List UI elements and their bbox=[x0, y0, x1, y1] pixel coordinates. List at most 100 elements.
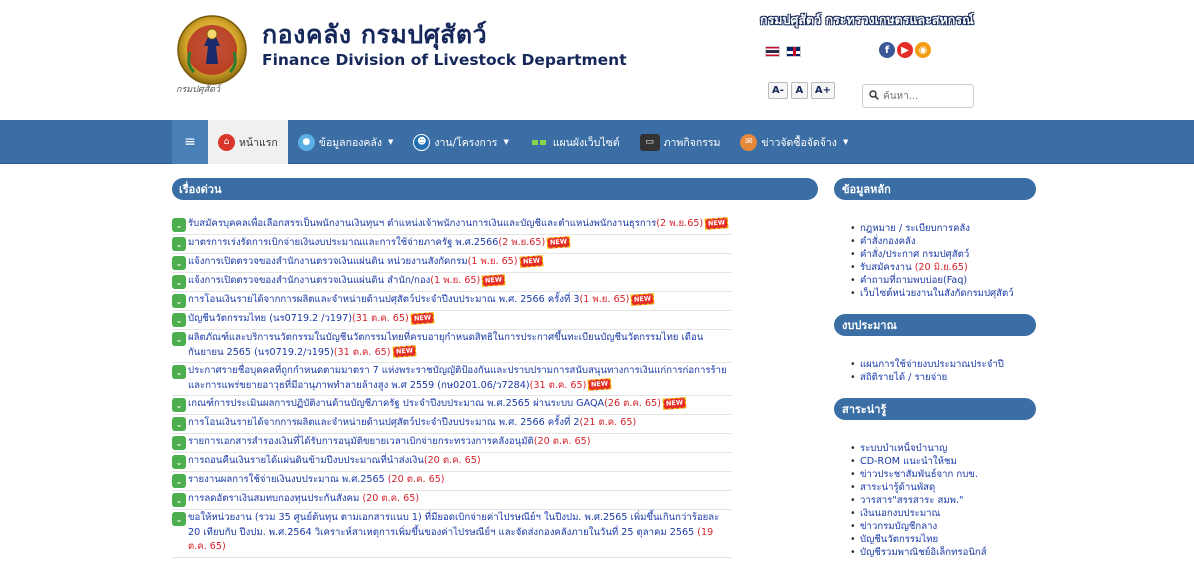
thai-flag-icon[interactable] bbox=[765, 46, 780, 57]
sidebar-link[interactable]: วารสาร"สรรสาระ สมพ." bbox=[850, 494, 1036, 507]
main-content: เรื่องด่วน ⌄ รับสมัครบุคคลเพื่อเลือกสรรเป… bbox=[172, 178, 818, 558]
news-item[interactable]: ⌄ การถอนคืนเงินรายได้แผ่นดินข้ามปีงบประมา… bbox=[172, 453, 732, 472]
sidebar-link[interactable]: ข่าวประชาสัมพันธ์จาก กบข. bbox=[850, 468, 1036, 481]
sidebar-link[interactable]: บัญชีรวมพาณิชย์อิเล็กทรอนิกส์ bbox=[850, 546, 1036, 559]
nav-item-home[interactable]: ⌂ หน้าแรก bbox=[208, 120, 288, 164]
news-item[interactable]: ⌄ การลดอัตราเงินสมทบกองทุนประกันสังคม (20… bbox=[172, 491, 732, 510]
news-link[interactable]: รับสมัครบุคคลเพื่อเลือกสรรเป็นพนักงานเงิ… bbox=[188, 216, 729, 232]
sidebar-link[interactable]: CD-ROM แนะนำให้ชม bbox=[850, 455, 1036, 468]
news-item[interactable]: ⌄ ประกาศรายชื่อบุคคลที่ถูกกำหนดตามมาตรา 7… bbox=[172, 363, 732, 396]
sidebar-link[interactable]: แผนการใช้จ่ายงบประมาณประจำปี bbox=[850, 358, 1036, 371]
news-item[interactable]: ⌄ รายการเอกสารสำรองเงินที่ได้รับการอนุมัต… bbox=[172, 434, 732, 453]
youtube-icon[interactable]: ▶ bbox=[897, 42, 913, 58]
news-link[interactable]: การโอนเงินรายได้จากการผลิตและจำหน่ายด้าน… bbox=[188, 416, 636, 431]
news-item[interactable]: ⌄ เกณฑ์การประเมินผลการปฏิบัติงานด้านบัญชี… bbox=[172, 396, 732, 415]
chevron-down-icon: ⌄ bbox=[172, 493, 186, 507]
news-date: (20 ต.ค. 65) bbox=[362, 493, 420, 504]
news-link[interactable]: มาตรการเร่งรัดการเบิกจ่ายเงินงบประมาณและ… bbox=[188, 235, 571, 251]
news-item[interactable]: ⌄ แจ้งการเปิดตรวจของสำนักงานตรวจเงินแผ่นด… bbox=[172, 254, 732, 273]
sidebar-block: สาระน่ารู้ระบบบำเหน็จบำนาญ CD-ROM แนะนำให… bbox=[834, 398, 1036, 559]
rss-icon[interactable]: ◉ bbox=[915, 42, 931, 58]
new-badge-icon: NEW bbox=[392, 345, 416, 358]
sidebar-link-label: สาระน่ารู้ด้านพัสดุ bbox=[860, 482, 936, 493]
uk-flag-icon[interactable] bbox=[786, 46, 801, 57]
news-link[interactable]: ผลิตภัณฑ์และบริการนวัตกรรมในบัญชีนวัตกรร… bbox=[188, 331, 732, 360]
news-link[interactable]: บัญชีนวัตกรรมไทย (นร0719.2 /ว197)(31 ต.ค… bbox=[188, 311, 435, 327]
sidebar-link[interactable]: ข่าวกรมบัญชีกลาง bbox=[850, 520, 1036, 533]
news-item[interactable]: ⌄ รับสมัครบุคคลเพื่อเลือกสรรเป็นพนักงานเง… bbox=[172, 216, 732, 235]
urgent-news-list: ⌄ รับสมัครบุคคลเพื่อเลือกสรรเป็นพนักงานเง… bbox=[172, 216, 732, 558]
sidebar-link-list: กฎหมาย / ระเบียบการคลังคำสั่งกองคลังคำสั… bbox=[850, 222, 1036, 300]
news-link[interactable]: แจ้งการเปิดตรวจของสำนักงานตรวจเงินแผ่นดิ… bbox=[188, 254, 543, 270]
department-logo[interactable]: กรมปศุสัตว์ bbox=[172, 12, 262, 98]
news-date: (20 ต.ค. 65) bbox=[533, 436, 591, 447]
news-link[interactable]: เกณฑ์การประเมินผลการปฏิบัติงานด้านบัญชีภ… bbox=[188, 396, 687, 412]
sidebar-link[interactable]: ระบบบำเหน็จบำนาญ bbox=[850, 442, 1036, 455]
search-icon[interactable] bbox=[869, 89, 879, 103]
news-link[interactable]: การถอนคืนเงินรายได้แผ่นดินข้ามปีงบประมาณ… bbox=[188, 454, 481, 469]
news-title: บัญชีนวัตกรรมไทย (นร0719.2 /ว197) bbox=[188, 313, 352, 324]
language-switcher bbox=[765, 46, 801, 57]
new-badge-icon: NEW bbox=[704, 216, 729, 230]
chevron-down-icon: ⌄ bbox=[172, 436, 186, 450]
nav-item-finance-info[interactable]: ● ข้อมูลกองคลัง ▼ bbox=[288, 120, 404, 164]
nav-item-sitemap[interactable]: แผนผังเว็บไซต์ bbox=[519, 120, 630, 164]
sidebar-link[interactable]: คำถามที่ถามพบบ่อย(Faq) bbox=[850, 274, 1036, 287]
news-link[interactable]: การลดอัตราเงินสมทบกองทุนประกันสังคม (20 … bbox=[188, 492, 419, 507]
sidebar-link[interactable]: เงินนอกงบประมาณ bbox=[850, 507, 1036, 520]
news-link[interactable]: แจ้งการเปิดตรวจของสำนักงานตรวจเงินแผ่นดิ… bbox=[188, 273, 506, 289]
news-title: การลดอัตราเงินสมทบกองทุนประกันสังคม bbox=[188, 493, 363, 504]
sidebar-link[interactable]: สาระน่ารู้ด้านพัสดุ bbox=[850, 481, 1036, 494]
sidebar-link[interactable]: คำสั่ง/ประกาศ กรมปศุสัตว์ bbox=[850, 248, 1036, 261]
news-item[interactable]: ⌄ การโอนเงินรายได้จากการผลิตและจำหน่ายด้า… bbox=[172, 415, 732, 434]
nav-item-projects[interactable]: ☻ งาน/โครงการ ▼ bbox=[403, 120, 518, 164]
hamburger-menu-icon[interactable]: ≡ bbox=[172, 120, 208, 164]
news-item[interactable]: ⌄ รายงานผลการใช้จ่ายเงินงบประมาณ พ.ศ.2565… bbox=[172, 472, 732, 491]
sidebar-block: งบประมาณแผนการใช้จ่ายงบประมาณประจำปีสถิต… bbox=[834, 314, 1036, 384]
nav-item-gallery[interactable]: ▭ ภาพกิจกรรม bbox=[630, 120, 731, 164]
news-link[interactable]: รายการเอกสารสำรองเงินที่ได้รับการอนุมัติ… bbox=[188, 435, 591, 450]
font-size-controls: A- A A+ bbox=[768, 82, 836, 99]
sidebar-link-label: ข่าวกรมบัญชีกลาง bbox=[860, 521, 938, 532]
sidebar-link[interactable]: รับสมัครงาน (20 มิ.ย.65) bbox=[850, 261, 1036, 274]
department-link[interactable]: กรมปศุสัตว์ กระทรวงเกษตรและสหกรณ์ bbox=[760, 10, 974, 30]
sidebar-link[interactable]: เว็บไซต์หน่วยงานในสังกัดกรมปศุสัตว์ bbox=[850, 287, 1036, 300]
nav-item-procurement-news[interactable]: ✉ ข่าวจัดซื้อจัดจ้าง ▼ bbox=[730, 120, 858, 164]
news-link[interactable]: การโอนเงินรายได้จากการผลิตและจำหน่ายด้าน… bbox=[188, 292, 655, 308]
search-input[interactable] bbox=[883, 90, 963, 102]
sidebar-block-header: งบประมาณ bbox=[834, 314, 1036, 336]
chevron-down-icon: ⌄ bbox=[172, 313, 186, 327]
site-title-thai[interactable]: กองคลัง กรมปศุสัตว์ bbox=[262, 20, 487, 50]
site-title-english[interactable]: Finance Division of Livestock Department bbox=[262, 50, 627, 70]
font-normal-button[interactable]: A bbox=[790, 82, 808, 99]
chevron-down-icon: ⌄ bbox=[172, 474, 186, 488]
news-title: รับสมัครบุคคลเพื่อเลือกสรรเป็นพนักงานเงิ… bbox=[188, 218, 657, 229]
news-item[interactable]: ⌄ ผลิตภัณฑ์และบริการนวัตกรรมในบัญชีนวัตกร… bbox=[172, 330, 732, 363]
facebook-icon[interactable]: f bbox=[879, 42, 895, 58]
sidebar-link[interactable]: บัญชีนวัตกรรมไทย bbox=[850, 533, 1036, 546]
news-item[interactable]: ⌄ การโอนเงินรายได้จากการผลิตและจำหน่ายด้า… bbox=[172, 292, 732, 311]
chevron-down-icon: ⌄ bbox=[172, 256, 186, 270]
news-link[interactable]: ขอให้หน่วยงาน (รวม 35 ศูนย์ต้นทุน ตามเอก… bbox=[188, 511, 732, 555]
news-item[interactable]: ⌄ บัญชีนวัตกรรมไทย (นร0719.2 /ว197)(31 ต.… bbox=[172, 311, 732, 330]
font-increase-button[interactable]: A+ bbox=[810, 82, 836, 99]
sidebar-link[interactable]: กฎหมาย / ระเบียบการคลัง bbox=[850, 222, 1036, 235]
sidebar-link[interactable]: คำสั่งกองคลัง bbox=[850, 235, 1036, 248]
sidebar-link-label: CD-ROM แนะนำให้ชม bbox=[860, 456, 957, 467]
news-link[interactable]: รายงานผลการใช้จ่ายเงินงบประมาณ พ.ศ.2565 … bbox=[188, 473, 445, 488]
new-badge-icon: NEW bbox=[519, 254, 543, 268]
sidebar-link-label: สถิติรายได้ / รายจ่าย bbox=[860, 372, 948, 383]
news-title: การถอนคืนเงินรายได้แผ่นดินข้ามปีงบประมาณ… bbox=[188, 455, 424, 466]
social-links: f ▶ ◉ bbox=[879, 42, 931, 58]
news-date: (1 พ.ย. 65) bbox=[467, 256, 518, 267]
news-item[interactable]: ⌄ แจ้งการเปิดตรวจของสำนักงานตรวจเงินแผ่นด… bbox=[172, 273, 732, 292]
project-icon: ☻ bbox=[413, 133, 431, 151]
news-item[interactable]: ⌄ มาตรการเร่งรัดการเบิกจ่ายเงินงบประมาณแล… bbox=[172, 235, 732, 254]
news-item[interactable]: ⌄ ขอให้หน่วยงาน (รวม 35 ศูนย์ต้นทุน ตามเอ… bbox=[172, 510, 732, 558]
sidebar-link-list: แผนการใช้จ่ายงบประมาณประจำปีสถิติรายได้ … bbox=[850, 358, 1036, 384]
news-link[interactable]: ประกาศรายชื่อบุคคลที่ถูกกำหนดตามมาตรา 7 … bbox=[188, 364, 732, 393]
font-decrease-button[interactable]: A- bbox=[768, 82, 788, 99]
sidebar-link[interactable]: สถิติรายได้ / รายจ่าย bbox=[850, 371, 1036, 384]
new-badge-icon: NEW bbox=[588, 378, 612, 391]
nav-item-label: ข้อมูลกองคลัง bbox=[318, 136, 382, 149]
